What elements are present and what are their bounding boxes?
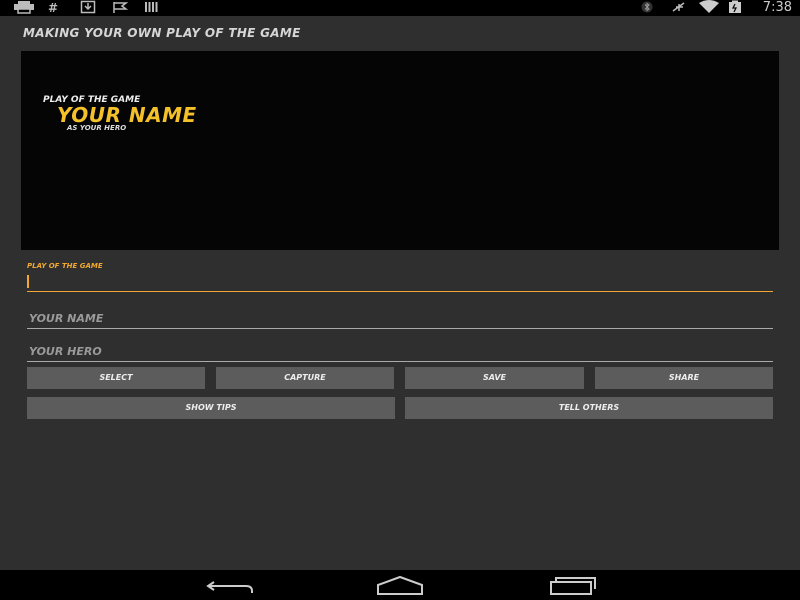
status-time: 7:38 [762,0,792,15]
barcode-icon [144,0,160,16]
battery-icon [727,0,743,16]
page-title: MAKING YOUR OWN PLAY OF THE GAME [23,26,301,40]
flag-icon [112,0,130,16]
bluetooth-icon [640,0,654,16]
download-icon [80,0,96,16]
wifi-icon [698,0,720,16]
recent-apps-icon[interactable] [543,574,603,596]
home-icon[interactable] [370,574,430,596]
preview-as-your-hero: AS YOUR HERO [67,124,127,132]
capture-button[interactable]: CAPTURE [216,367,394,389]
your-name-underline [27,327,773,329]
your-hero-input[interactable] [27,342,773,361]
printer-icon [13,0,35,16]
select-button[interactable]: SELECT [27,367,205,389]
play-of-the-game-input[interactable] [27,272,773,291]
text-cursor [27,275,29,288]
play-of-the-game-field[interactable]: PLAY OF THE GAME [27,262,773,292]
play-of-the-game-underline [27,290,773,292]
show-tips-button[interactable]: SHOW TIPS [27,397,395,419]
your-hero-underline [27,360,773,362]
navigation-bar [0,570,800,600]
share-button[interactable]: SHARE [595,367,773,389]
your-hero-field[interactable] [27,340,773,362]
tell-others-button[interactable]: TELL OTHERS [405,397,773,419]
hash-icon: # [48,1,59,15]
back-icon[interactable] [200,574,260,596]
your-name-input[interactable] [27,309,773,328]
your-name-field[interactable] [27,307,773,329]
preview-canvas: PLAY OF THE GAME YOUR NAME AS YOUR HERO [21,51,779,250]
play-of-the-game-label: PLAY OF THE GAME [27,262,103,270]
save-button[interactable]: SAVE [405,367,584,389]
status-bar: # 7:38 [0,0,800,16]
airplane-mute-icon [670,0,688,16]
